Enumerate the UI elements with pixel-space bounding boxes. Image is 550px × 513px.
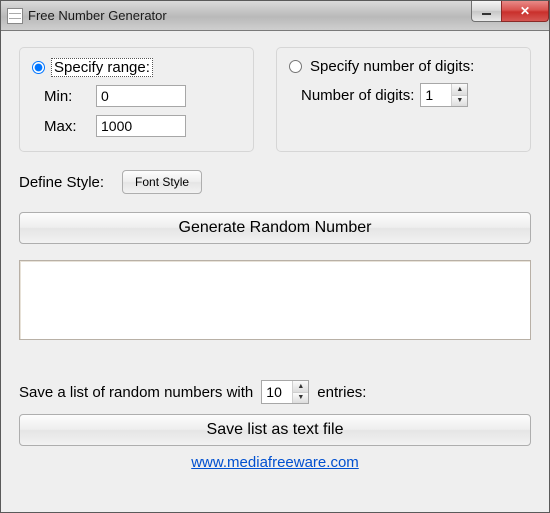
- window-controls: [471, 1, 549, 23]
- range-radio[interactable]: [32, 61, 45, 74]
- range-radio-row: Specify range:: [32, 58, 241, 77]
- app-icon: [7, 8, 23, 24]
- digits-radio-label[interactable]: Specify number of digits:: [308, 58, 476, 75]
- entries-input[interactable]: [262, 381, 292, 403]
- range-group: Specify range: Min: Max:: [19, 47, 254, 152]
- generate-area: Generate Random Number: [19, 212, 531, 340]
- min-row: Min:: [44, 85, 241, 107]
- output-box[interactable]: [19, 260, 531, 340]
- generate-button[interactable]: Generate Random Number: [19, 212, 531, 244]
- min-label: Min:: [44, 88, 96, 105]
- digits-down-button[interactable]: ▼: [452, 96, 467, 107]
- footer: www.mediafreeware.com: [19, 446, 531, 481]
- digits-input[interactable]: [421, 84, 451, 106]
- app-window: Free Number Generator Specify range: Min…: [0, 0, 550, 513]
- font-style-button[interactable]: Font Style: [122, 170, 202, 194]
- entries-up-button[interactable]: ▲: [293, 381, 308, 393]
- save-row: Save a list of random numbers with ▲ ▼ e…: [19, 380, 531, 404]
- minimize-icon: [482, 13, 491, 15]
- mode-row: Specify range: Min: Max: Specify number …: [19, 47, 531, 152]
- digits-row: Number of digits: ▲ ▼: [301, 83, 518, 107]
- save-list-button[interactable]: Save list as text file: [19, 414, 531, 446]
- max-row: Max:: [44, 115, 241, 137]
- close-icon: [520, 4, 530, 18]
- digits-radio-row: Specify number of digits:: [289, 58, 518, 75]
- digits-up-button[interactable]: ▲: [452, 84, 467, 96]
- entries-stepper[interactable]: ▲ ▼: [261, 380, 309, 404]
- titlebar: Free Number Generator: [1, 1, 549, 31]
- max-label: Max:: [44, 118, 96, 135]
- save-suffix: entries:: [317, 384, 366, 401]
- window-title: Free Number Generator: [28, 8, 471, 23]
- style-row: Define Style: Font Style: [19, 170, 531, 194]
- max-input[interactable]: [96, 115, 186, 137]
- entries-down-button[interactable]: ▼: [293, 393, 308, 404]
- window-body: Specify range: Min: Max: Specify number …: [1, 31, 549, 512]
- digits-stepper[interactable]: ▲ ▼: [420, 83, 468, 107]
- style-label: Define Style:: [19, 174, 104, 191]
- digits-label: Number of digits:: [301, 87, 414, 104]
- min-input[interactable]: [96, 85, 186, 107]
- digits-group: Specify number of digits: Number of digi…: [276, 47, 531, 152]
- close-button[interactable]: [501, 1, 549, 22]
- range-label[interactable]: Specify range:: [51, 58, 153, 77]
- footer-link[interactable]: www.mediafreeware.com: [191, 454, 359, 471]
- save-prefix: Save a list of random numbers with: [19, 384, 253, 401]
- digits-radio[interactable]: [289, 60, 302, 73]
- save-btn-row: Save list as text file: [19, 414, 531, 446]
- minimize-button[interactable]: [471, 1, 501, 22]
